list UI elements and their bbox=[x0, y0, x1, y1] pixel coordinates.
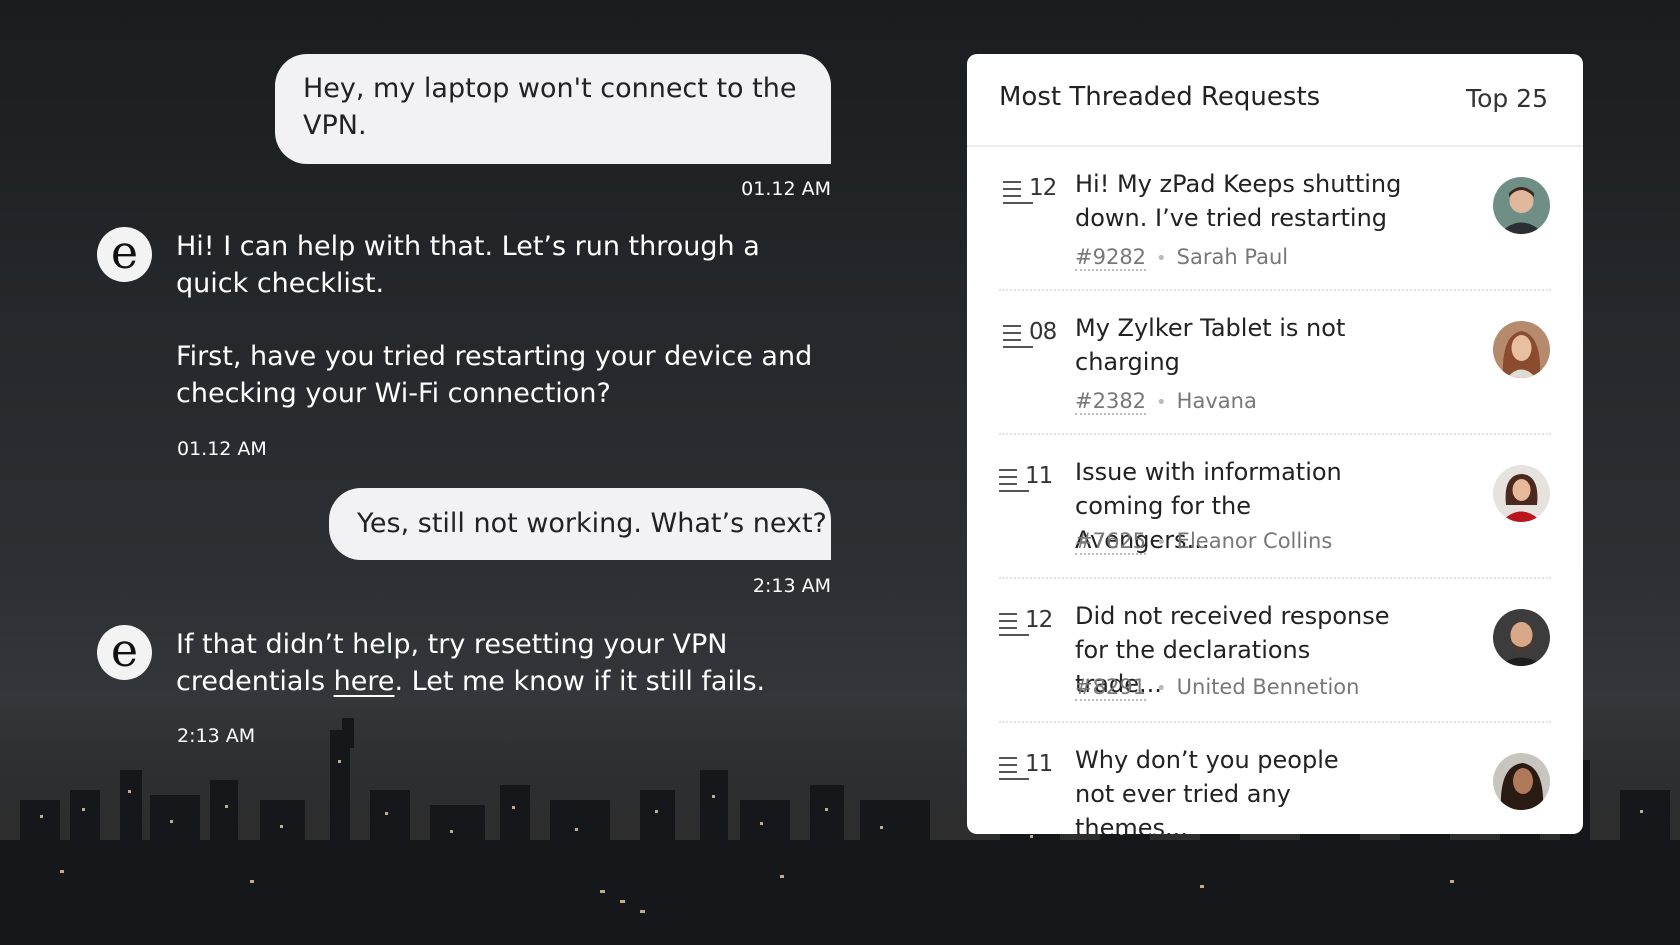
bot-message: If that didn’t help, try resetting your … bbox=[176, 626, 776, 700]
requester-avatar[interactable] bbox=[1493, 177, 1550, 234]
request-item[interactable]: 12 Did not received response for the dec… bbox=[967, 579, 1583, 723]
credentials-link[interactable]: here bbox=[334, 666, 395, 697]
thread-count: 11 bbox=[999, 463, 1059, 493]
requester-avatar[interactable] bbox=[1493, 753, 1550, 810]
panel-header: Most Threaded Requests Top 25 bbox=[967, 54, 1583, 147]
request-item[interactable]: 11 Issue with information coming for the… bbox=[967, 435, 1583, 579]
message-timestamp: 01.12 AM bbox=[177, 438, 267, 460]
thread-count: 12 bbox=[1003, 175, 1063, 205]
thread-lines-icon bbox=[1003, 181, 1033, 205]
bot-avatar: e bbox=[97, 625, 152, 680]
bot-message: Hi! I can help with that. Let’s run thro… bbox=[176, 228, 826, 412]
request-meta: #2382 • Havana bbox=[1075, 389, 1257, 415]
meta-separator: • bbox=[1156, 248, 1167, 269]
request-meta: #8291 • United Bennetion bbox=[1075, 675, 1360, 701]
bot-message-text: Hi! I can help with that. Let’s run thro… bbox=[176, 231, 760, 299]
requester-name: Sarah Paul bbox=[1176, 245, 1289, 269]
request-item[interactable]: 08 My Zylker Tablet is not charging #238… bbox=[967, 291, 1583, 435]
thread-lines-icon bbox=[999, 757, 1029, 781]
requester-name: Havana bbox=[1176, 389, 1257, 413]
request-title[interactable]: Hi! My zPad Keeps shutting down. I’ve tr… bbox=[1075, 167, 1405, 235]
most-threaded-requests-panel: Most Threaded Requests Top 25 12 Hi! My … bbox=[967, 54, 1583, 834]
message-timestamp: 01.12 AM bbox=[741, 178, 831, 200]
ticket-id[interactable]: #8291 bbox=[1075, 675, 1147, 701]
request-item[interactable]: 12 Hi! My zPad Keeps shutting down. I’ve… bbox=[967, 147, 1583, 291]
requester-avatar[interactable] bbox=[1493, 609, 1550, 666]
user-message-bubble: Yes, still not working. What’s next? bbox=[329, 488, 831, 560]
user-message-text: Hey, my laptop won't connect to the VPN. bbox=[303, 73, 797, 141]
ticket-id[interactable]: #7625 bbox=[1075, 529, 1147, 555]
thread-count: 12 bbox=[999, 607, 1059, 637]
thread-lines-icon bbox=[999, 613, 1029, 637]
requester-name: Eleanor Collins bbox=[1176, 529, 1333, 553]
thread-count: 11 bbox=[999, 751, 1059, 781]
request-title[interactable]: My Zylker Tablet is not charging bbox=[1075, 311, 1405, 379]
thread-count-value: 12 bbox=[1025, 607, 1053, 633]
bot-avatar: e bbox=[97, 227, 152, 282]
bot-message-text: . Let me know if it still fails. bbox=[394, 666, 766, 697]
ticket-id[interactable]: #2382 bbox=[1075, 389, 1147, 415]
meta-separator: • bbox=[1156, 678, 1167, 699]
thread-count-value: 12 bbox=[1029, 175, 1057, 201]
request-title[interactable]: Why don’t you people not ever tried any … bbox=[1075, 743, 1385, 834]
request-meta: #9282 • Sarah Paul bbox=[1075, 245, 1289, 271]
thread-lines-icon bbox=[1003, 325, 1033, 349]
requester-name: United Bennetion bbox=[1176, 675, 1360, 699]
thread-count-value: 11 bbox=[1025, 463, 1053, 489]
panel-title: Most Threaded Requests bbox=[999, 82, 1321, 112]
requester-avatar[interactable] bbox=[1493, 321, 1550, 378]
thread-count-value: 08 bbox=[1029, 319, 1057, 345]
requester-avatar[interactable] bbox=[1493, 465, 1550, 522]
bot-message-text: First, have you tried restarting your de… bbox=[176, 341, 813, 409]
thread-count-value: 11 bbox=[1025, 751, 1053, 777]
meta-separator: • bbox=[1156, 532, 1167, 553]
user-message-bubble: Hey, my laptop won't connect to the VPN. bbox=[275, 54, 831, 164]
top-filter[interactable]: Top 25 bbox=[1466, 84, 1548, 113]
meta-separator: • bbox=[1156, 392, 1167, 413]
user-message-text: Yes, still not working. What’s next? bbox=[357, 508, 827, 539]
message-timestamp: 2:13 AM bbox=[177, 725, 256, 747]
ticket-id[interactable]: #9282 bbox=[1075, 245, 1147, 271]
request-meta: #7625 • Eleanor Collins bbox=[1075, 529, 1333, 555]
thread-count: 08 bbox=[1003, 319, 1063, 349]
request-item[interactable]: 11 Why don’t you people not ever tried a… bbox=[967, 723, 1583, 834]
thread-lines-icon bbox=[999, 469, 1029, 493]
message-timestamp: 2:13 AM bbox=[752, 575, 831, 597]
